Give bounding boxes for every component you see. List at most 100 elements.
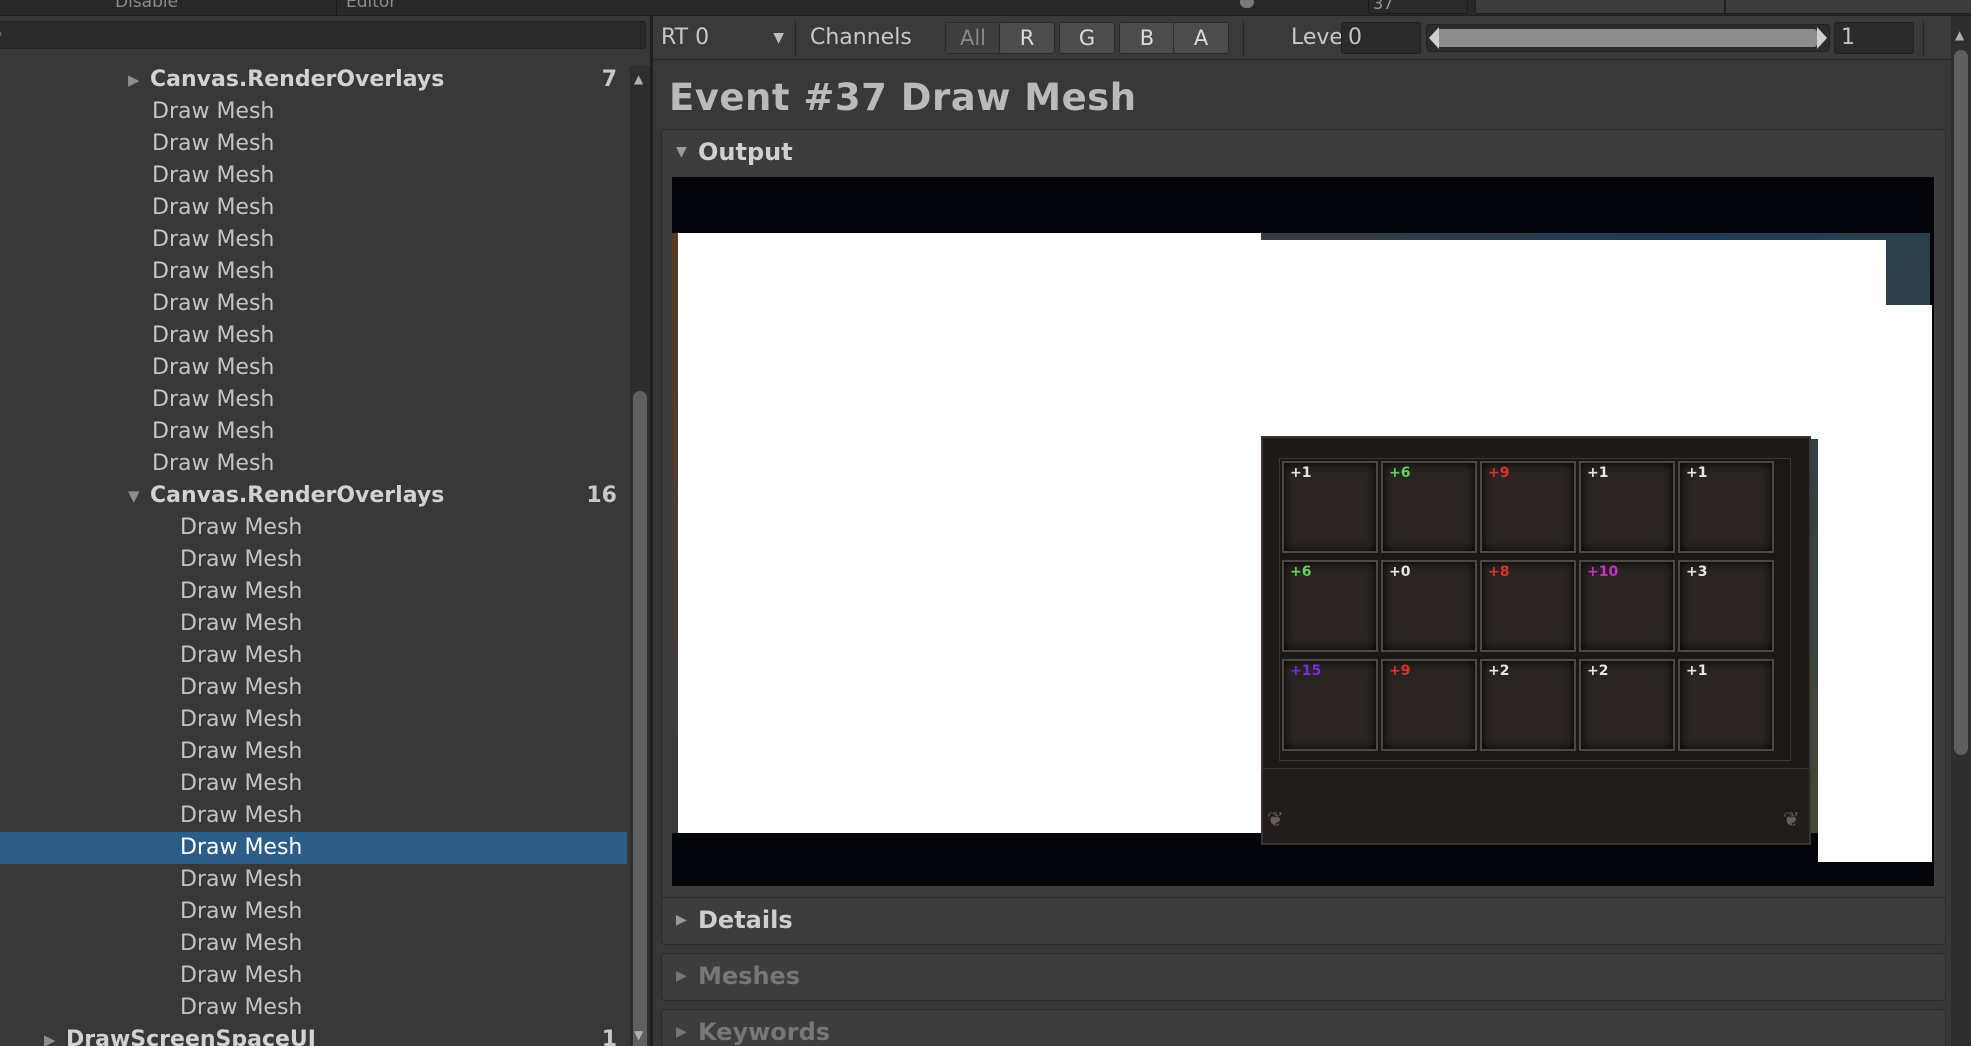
details-scrollbar[interactable]: ▲: [1951, 16, 1971, 1046]
tree-row-label: DrawScreenSpaceUI: [66, 1027, 316, 1046]
tree-event-row[interactable]: Draw Mesh: [0, 800, 627, 832]
output-header[interactable]: Output: [698, 130, 793, 174]
tree-event-row[interactable]: Draw Mesh: [0, 160, 627, 192]
tree-event-row[interactable]: Draw Mesh: [0, 992, 627, 1024]
keywords-header[interactable]: Keywords: [698, 1010, 830, 1046]
tree-event-row[interactable]: Draw Mesh: [0, 384, 627, 416]
levels-min-field[interactable]: 0: [1341, 22, 1421, 54]
tree-event-row[interactable]: Draw Mesh: [0, 128, 627, 160]
tree-event-row[interactable]: Draw Mesh: [0, 192, 627, 224]
search-icon: ⌕: [0, 26, 3, 42]
tree-event-row[interactable]: Draw Mesh: [0, 672, 627, 704]
hierarchy-scrollbar[interactable]: ▲ ▼: [630, 66, 650, 1046]
triangle-down-icon[interactable]: ▼: [128, 480, 140, 512]
event-tree: ▶ Canvas.RenderOverlays 7 Draw Mesh Draw Mes…: [0, 66, 627, 1046]
inventory-slot: +2: [1480, 659, 1576, 751]
inventory-footer: ❦ ❦: [1263, 768, 1809, 843]
tree-group-row[interactable]: ▶ DrawScreenSpaceUI 1: [0, 1024, 627, 1046]
tree-event-row[interactable]: Draw Mesh: [0, 544, 627, 576]
white-mesh-region: [1818, 305, 1932, 862]
slot-level-tag: +0: [1389, 564, 1411, 580]
triangle-right-icon[interactable]: ▶: [128, 66, 140, 96]
tree-event-row[interactable]: Draw Mesh: [0, 352, 627, 384]
triangle-right-icon[interactable]: ▶: [676, 1024, 687, 1040]
scrollbar-thumb[interactable]: [633, 391, 647, 1046]
toolbar-divider: [1923, 20, 1924, 56]
tree-event-row[interactable]: Draw Mesh: [0, 704, 627, 736]
tree-group-row[interactable]: ▼ Canvas.RenderOverlays 16: [0, 480, 627, 512]
meshes-section[interactable]: ▶ Meshes: [661, 953, 1946, 1001]
levels-range-fill: [1437, 29, 1817, 47]
channel-r-button[interactable]: R: [999, 22, 1055, 54]
slot-level-tag: +2: [1488, 663, 1510, 679]
inventory-slot: +1: [1678, 461, 1774, 553]
tree-event-row[interactable]: Draw Mesh: [0, 576, 627, 608]
tree-event-row[interactable]: Draw Mesh: [0, 640, 627, 672]
inventory-slot: +6: [1282, 560, 1378, 652]
tree-event-row[interactable]: Draw Mesh: [0, 960, 627, 992]
tree-event-row[interactable]: Draw Mesh: [0, 736, 627, 768]
tree-event-row[interactable]: Draw Mesh: [0, 96, 627, 128]
tree-group-row[interactable]: ▶ Canvas.RenderOverlays 7: [0, 66, 627, 96]
details-header[interactable]: Details: [698, 898, 793, 942]
tree-event-row[interactable]: Draw Mesh: [0, 320, 627, 352]
event-number-field[interactable]: 37: [1368, 0, 1468, 14]
tree-row-label: Draw Mesh: [180, 899, 303, 924]
keywords-section[interactable]: ▶ Keywords: [661, 1009, 1946, 1046]
tree-row-count: 1: [601, 1027, 617, 1046]
details-section[interactable]: ▶ Details: [661, 897, 1946, 945]
tree-event-row[interactable]: Draw Mesh: [0, 224, 627, 256]
triangle-right-icon[interactable]: ▶: [676, 912, 687, 928]
tree-row-label: Canvas.RenderOverlays: [150, 67, 445, 92]
scroll-up-icon[interactable]: ▲: [634, 72, 643, 86]
disable-button[interactable]: Disable: [115, 0, 178, 14]
inventory-slot: +8: [1480, 560, 1576, 652]
levels-min-handle[interactable]: [1429, 27, 1439, 49]
scroll-up-icon[interactable]: ▲: [1955, 28, 1964, 42]
levels-range-slider[interactable]: [1426, 24, 1830, 52]
tree-row-label: Draw Mesh: [180, 707, 303, 732]
inventory-grid: +1 +6 +9 +1 +1 +6 +0 +8 +10 +3 +15 +9 +2 +2 +1: [1279, 458, 1791, 761]
channel-g-button[interactable]: G: [1059, 22, 1115, 54]
tree-row-label: Draw Mesh: [180, 739, 303, 764]
top-toolbar: Disable Editor 37: [0, 0, 1971, 16]
triangle-right-icon[interactable]: ▶: [44, 1024, 56, 1046]
search-input[interactable]: [13, 24, 633, 46]
channel-b-button[interactable]: B: [1119, 22, 1175, 54]
next-event-button[interactable]: [1725, 0, 1971, 14]
tree-event-row[interactable]: Draw Mesh: [0, 608, 627, 640]
event-hierarchy-panel: ⌕ ▶ Canvas.RenderOverlays 7 Draw Mesh Draw M…: [0, 16, 650, 1046]
toolbar-divider: [1243, 20, 1244, 56]
slot-level-tag: +6: [1389, 465, 1411, 481]
scroll-down-icon[interactable]: ▼: [634, 1028, 643, 1042]
channel-all-button[interactable]: All: [945, 22, 1001, 54]
scrollbar-thumb[interactable]: [1954, 50, 1968, 755]
tree-event-row[interactable]: Draw Mesh: [0, 832, 627, 864]
tree-row-label: Draw Mesh: [152, 387, 275, 412]
meshes-header[interactable]: Meshes: [698, 954, 800, 998]
tree-event-row[interactable]: Draw Mesh: [0, 448, 627, 480]
previous-event-button[interactable]: [1475, 0, 1725, 14]
levels-max-handle[interactable]: [1817, 27, 1827, 49]
inventory-slot: +1: [1282, 461, 1378, 553]
search-field[interactable]: ⌕: [0, 21, 646, 49]
triangle-down-icon[interactable]: ▼: [676, 144, 687, 160]
render-target-dropdown[interactable]: RT 0 ▼: [653, 20, 788, 56]
tree-event-row[interactable]: Draw Mesh: [0, 896, 627, 928]
tree-event-row[interactable]: Draw Mesh: [0, 928, 627, 960]
tree-event-row[interactable]: Draw Mesh: [0, 256, 627, 288]
triangle-right-icon[interactable]: ▶: [676, 968, 687, 984]
event-slider-handle[interactable]: [1240, 0, 1254, 8]
tree-event-row[interactable]: Draw Mesh: [0, 768, 627, 800]
channel-a-button[interactable]: A: [1173, 22, 1229, 54]
editor-dropdown[interactable]: Editor: [346, 0, 396, 14]
inventory-slot: +2: [1579, 659, 1675, 751]
levels-max-field[interactable]: 1: [1834, 22, 1914, 54]
tree-event-row[interactable]: Draw Mesh: [0, 864, 627, 896]
tree-event-row[interactable]: Draw Mesh: [0, 288, 627, 320]
tree-event-row[interactable]: Draw Mesh: [0, 416, 627, 448]
tree-row-label: Draw Mesh: [180, 803, 303, 828]
tree-event-row[interactable]: Draw Mesh: [0, 512, 627, 544]
toolbar-divider: [336, 0, 337, 16]
tree-row-label: Draw Mesh: [180, 963, 303, 988]
